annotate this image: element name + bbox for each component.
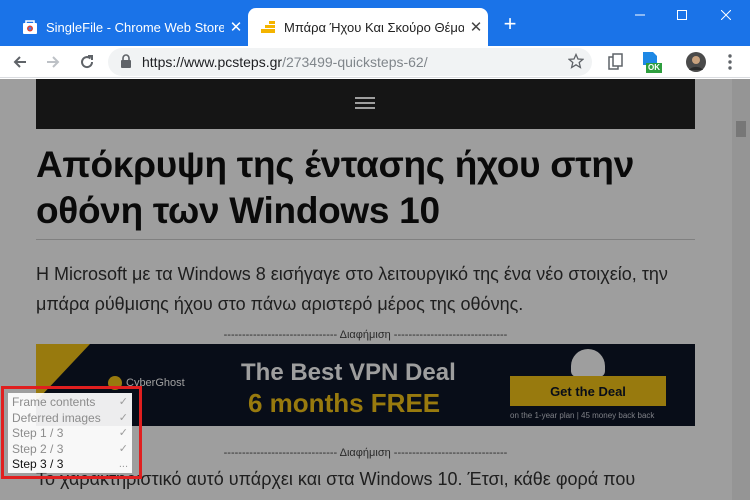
ad-banner[interactable]: CyberGhost The Best VPN Deal 6 months FR… <box>36 344 695 426</box>
checkmark-icon: ✓ <box>118 411 128 424</box>
arrow-right-icon <box>47 56 60 68</box>
browser-titlebar: SingleFile - Chrome Web Store ✕ Μπάρα Ήχ… <box>0 0 750 46</box>
singlefile-extension-button[interactable]: OK <box>639 50 663 74</box>
progress-step: Step 2 / 3 ✓ <box>12 441 128 456</box>
ad-label-bottom: ------------------------------- Διαφήμισ… <box>223 447 508 459</box>
scrollbar-thumb[interactable] <box>736 121 746 137</box>
maximize-icon <box>677 10 687 20</box>
ad-label-top: ------------------------------- Διαφήμισ… <box>223 329 508 341</box>
arrow-left-icon <box>13 56 26 68</box>
ghost-mascot-icon <box>571 349 605 377</box>
copy-pages-icon <box>608 53 623 70</box>
ad-subheadline: 6 months FREE <box>248 388 441 418</box>
avatar-icon <box>686 52 706 72</box>
ad-headline: The Best VPN Deal <box>241 359 456 386</box>
tab-singlefile-webstore[interactable]: SingleFile - Chrome Web Store ✕ <box>10 8 248 46</box>
progress-step-current: Step 3 / 3... <box>12 457 128 471</box>
progress-step: Deferred images ✓ <box>12 410 128 425</box>
more-vertical-icon <box>728 54 732 70</box>
ellipsis-icon: ... <box>118 458 128 470</box>
back-button[interactable] <box>8 50 32 74</box>
new-tab-button[interactable]: + <box>498 13 522 37</box>
tab-title: SingleFile - Chrome Web Store <box>46 19 224 35</box>
close-tab-icon[interactable]: ✕ <box>224 18 248 36</box>
hamburger-menu-icon[interactable] <box>355 97 375 112</box>
article-intro: Η Microsoft με τα Windows 8 εισήγαγε στο… <box>36 264 668 314</box>
reload-icon <box>81 55 94 69</box>
chrome-menu-button[interactable] <box>718 50 742 74</box>
pcsteps-favicon-icon <box>260 19 276 35</box>
browser-toolbar: https://www.pcsteps.gr/273499-quicksteps… <box>0 46 750 78</box>
address-bar[interactable]: https://www.pcsteps.gr/273499-quicksteps… <box>108 48 592 76</box>
lock-icon <box>120 53 134 71</box>
minimize-button[interactable] <box>618 0 662 30</box>
minimize-icon <box>635 14 645 16</box>
get-the-deal-button[interactable]: Get the Deal <box>510 376 666 406</box>
progress-step: Frame contents ✓ <box>12 395 128 409</box>
profile-avatar[interactable] <box>684 50 708 74</box>
close-icon <box>721 10 731 20</box>
singlefile-progress-panel: Frame contents ✓ Deferred images ✓ Step 1 … <box>8 393 132 473</box>
extension-badge: OK <box>648 63 660 72</box>
close-window-button[interactable] <box>704 0 748 30</box>
checkmark-icon: ✓ <box>118 442 128 455</box>
forward-button[interactable] <box>41 50 65 74</box>
title-divider <box>36 239 695 240</box>
cyberghost-logo: CyberGhost <box>108 376 185 390</box>
ad-fine-print: on the 1-year plan | 45 money back back <box>510 411 655 420</box>
checkmark-icon: ✓ <box>118 396 128 408</box>
reload-button[interactable] <box>75 50 99 74</box>
page-scrollbar[interactable] <box>732 79 750 500</box>
checkmark-icon: ✓ <box>118 427 128 439</box>
tab-pcsteps-article[interactable]: Μπάρα Ήχου Και Σκούρο Θέμα ✕ <box>248 8 488 46</box>
article-body: Το χαρακτηριστικό αυτό υπάρχει και στα W… <box>36 469 636 489</box>
site-navbar <box>36 79 695 129</box>
url-path: /273499-quicksteps-62/ <box>282 54 428 70</box>
ghost-icon <box>108 376 122 390</box>
chrome-web-store-icon <box>22 19 38 35</box>
extension-copy-button[interactable] <box>604 50 628 74</box>
progress-step: Step 1 / 3 ✓ <box>12 426 128 440</box>
tab-title: Μπάρα Ήχου Και Σκούρο Θέμα <box>284 19 464 35</box>
maximize-button[interactable] <box>660 0 704 30</box>
close-tab-icon[interactable]: ✕ <box>464 18 488 36</box>
bookmark-star-icon[interactable] <box>567 52 585 72</box>
article-title: Απόκρυψη της έντασης ήχου στην οθόνη των… <box>36 144 635 231</box>
url-host: https://www.pcsteps.gr <box>142 54 283 70</box>
